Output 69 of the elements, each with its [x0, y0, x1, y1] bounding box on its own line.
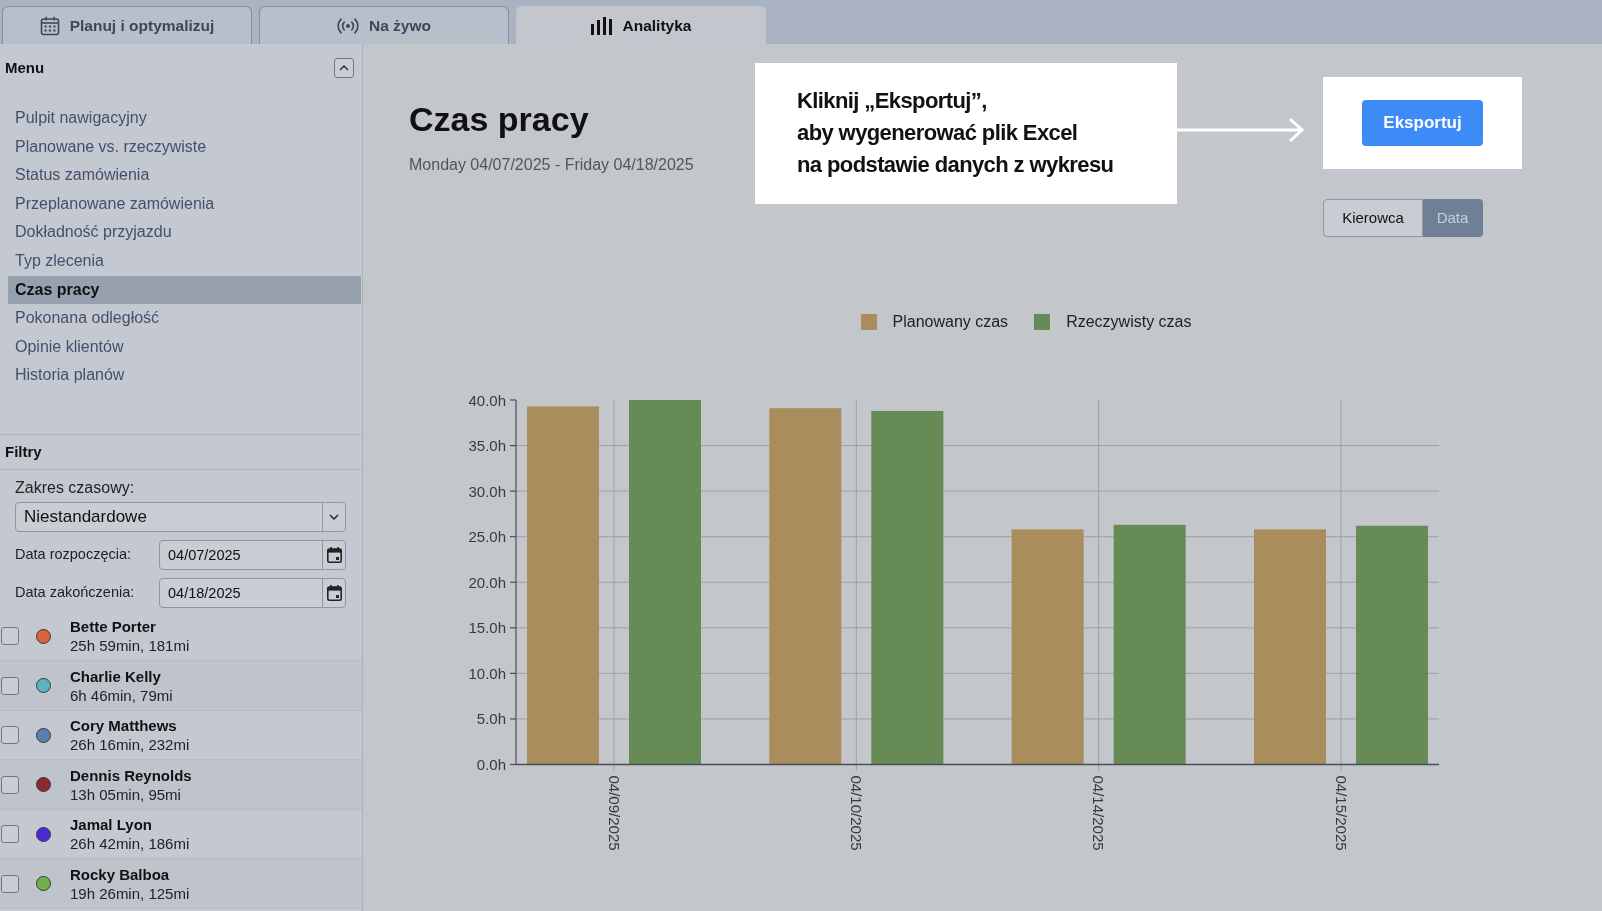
toggle-button[interactable]: Data: [1423, 199, 1483, 237]
driver-name: Rocky Balboa: [70, 864, 171, 884]
driver-name: Dennis Reynolds: [70, 765, 192, 785]
tab[interactable]: Na żywo: [259, 6, 509, 44]
driver-summary: 13h 05min, 95mi: [70, 784, 182, 804]
driver-name: Bette Porter: [70, 617, 157, 637]
driver-summary: 19h 26min, 125mi: [70, 883, 190, 903]
field-label: Data zakończenia:: [15, 583, 135, 603]
tab[interactable]: Planuj i optymalizuj: [2, 6, 252, 44]
menu-item[interactable]: Status zamówienia: [8, 161, 361, 190]
axis-label: 04/10/2025: [847, 775, 865, 851]
panel-title: Menu: [5, 57, 45, 78]
checkbox[interactable]: [1, 726, 19, 745]
axis-label: 0.0h: [476, 756, 506, 773]
driver-name: Jamal Lyon: [70, 815, 153, 835]
driver-summary: 25h 59min, 181mi: [70, 636, 190, 656]
axis-label: 5.0h: [476, 710, 506, 728]
menu-item[interactable]: Pulpit nawigacyjny: [8, 104, 361, 133]
chevron-up-icon: [339, 65, 349, 71]
driver-summary: 26h 42min, 186mi: [70, 834, 190, 854]
checkbox[interactable]: [1, 775, 19, 794]
checkbox[interactable]: [1, 676, 19, 695]
menu-item[interactable]: Planowane vs. rzeczywiste: [8, 132, 361, 162]
field-label: Data rozpoczęcia:: [15, 545, 132, 565]
field-label: Zakres czasowy:: [15, 477, 136, 498]
menu-item[interactable]: Pokonana odległość: [8, 304, 361, 333]
driver-summary: 6h 46min, 79mi: [70, 685, 173, 705]
menu-item[interactable]: Typ zlecenia: [8, 246, 361, 276]
date-field[interactable]: 04/18/2025: [159, 577, 346, 608]
export-button[interactable]: Eksportuj: [1362, 100, 1483, 146]
driver-name: Charlie Kelly: [70, 666, 162, 686]
axis-label: 30.0h: [468, 482, 506, 500]
checkbox[interactable]: [1, 627, 19, 646]
axis-label: 04/15/2025: [1332, 775, 1350, 851]
date-field[interactable]: 04/07/2025: [159, 539, 346, 570]
axis-label: 35.0h: [468, 437, 506, 455]
dropdown-field[interactable]: Niestandardowe: [15, 501, 346, 532]
arrow-icon: [1177, 117, 1305, 143]
axis-label: 20.0h: [468, 573, 506, 591]
calendar-icon: [39, 15, 60, 36]
tooltip: Kliknij „Eksportuj”, aby wygenerować plik Excel na podstawie danych z wykresu: [755, 63, 1177, 204]
legend-label: Rzeczywisty czas: [1066, 312, 1192, 332]
menu-item[interactable]: Dokładność przyjazdu: [8, 218, 361, 247]
tab[interactable]: Analityka: [516, 6, 766, 44]
section-header: Filtry: [0, 433, 362, 470]
axis-label: 15.0h: [468, 619, 506, 637]
axis-label: 04/14/2025: [1090, 775, 1108, 851]
axis-label: 25.0h: [468, 528, 506, 546]
checkbox[interactable]: [1, 874, 19, 893]
calendar-icon: [326, 584, 342, 601]
driver-name: Cory Matthews: [70, 716, 178, 736]
axis-label: 40.0h: [468, 391, 506, 409]
menu-item[interactable]: Przeplanowane zamówienia: [8, 189, 361, 219]
broadcast-icon: [337, 17, 359, 34]
page-title: Czas pracy: [409, 99, 590, 139]
menu-item[interactable]: Historia planów: [8, 361, 361, 390]
menu-item[interactable]: Czas pracy: [8, 275, 361, 305]
menu-item[interactable]: Opinie klientów: [8, 332, 361, 362]
calendar-icon: [326, 546, 342, 563]
legend-label: Planowany czas: [892, 312, 1009, 332]
date-range-text: Monday 04/07/2025 - Friday 04/18/2025: [409, 155, 694, 175]
axis-label: 04/09/2025: [605, 775, 623, 851]
axis-label: 10.0h: [468, 664, 506, 682]
driver-summary: 26h 16min, 232mi: [70, 735, 190, 755]
bar-chart-icon: [590, 16, 613, 35]
toggle-button[interactable]: Kierowca: [1323, 199, 1423, 237]
chevron-down-icon: [329, 513, 339, 520]
checkbox[interactable]: [1, 825, 19, 844]
collapse-button[interactable]: [334, 58, 354, 78]
